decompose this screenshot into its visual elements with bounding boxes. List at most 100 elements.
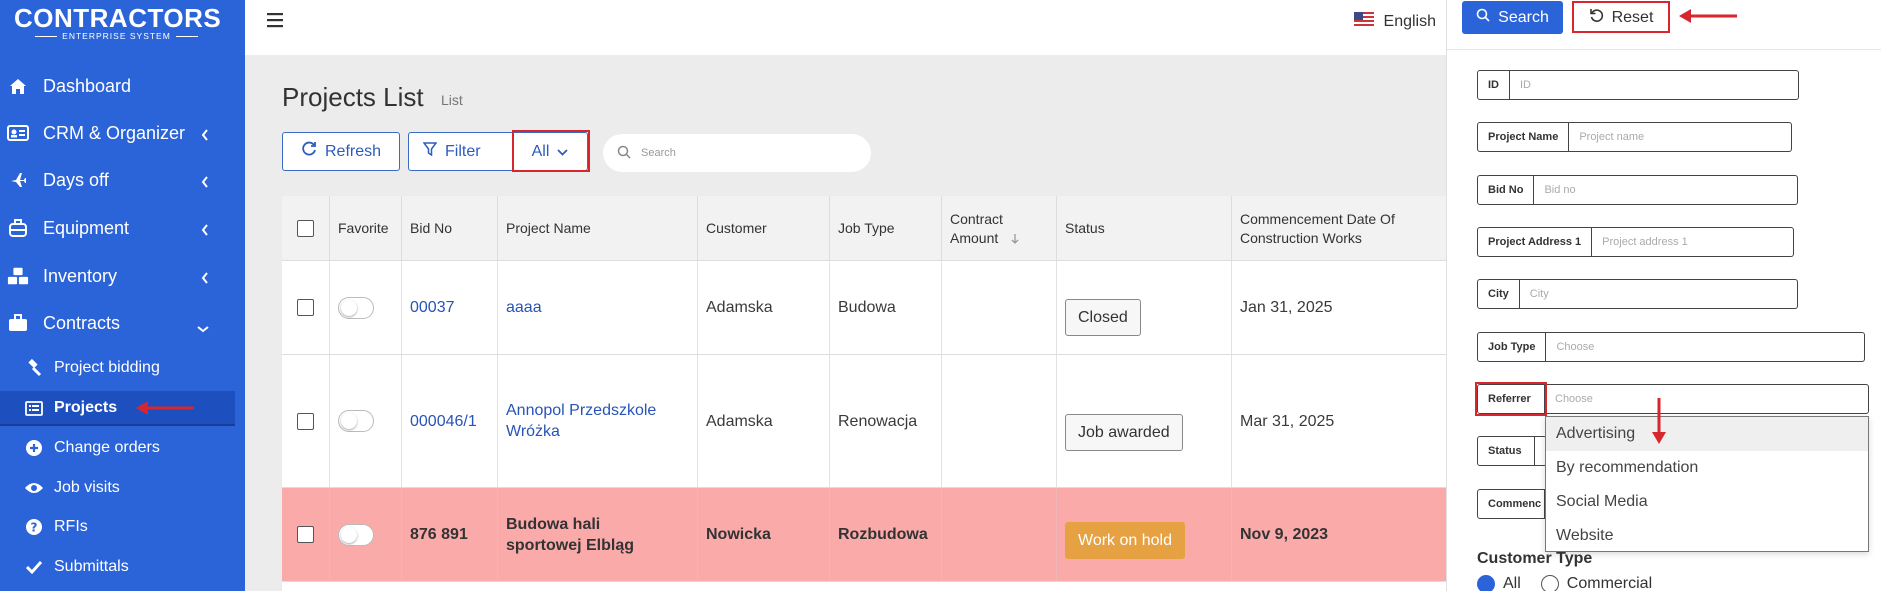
select-all-checkbox[interactable] xyxy=(297,220,314,237)
job-type-field: Job Type Choose xyxy=(1477,332,1866,362)
chevron-down-icon xyxy=(197,317,209,338)
row-checkbox[interactable] xyxy=(297,299,314,316)
annotation-arrow-icon xyxy=(1652,398,1666,444)
check-icon xyxy=(24,557,44,577)
row-checkbox[interactable] xyxy=(297,412,314,430)
panel-search-button[interactable]: Search xyxy=(1462,1,1563,34)
search-icon xyxy=(1476,8,1490,27)
dropdown-option[interactable]: Advertising xyxy=(1546,417,1868,451)
column-contract-amount[interactable]: Contract Amount xyxy=(942,196,1057,261)
sidebar-item-days-off[interactable]: Days off xyxy=(0,160,245,200)
sidebar-item-label: Days off xyxy=(43,169,109,190)
sidebar-subitem-job-visits[interactable]: Job visits xyxy=(0,471,235,505)
table-row[interactable]: 00037 aaaa Adamska Budowa Closed Jan 31,… xyxy=(282,261,1446,355)
project-name-field: Project Name Project name xyxy=(1477,122,1793,152)
column-favorite[interactable]: Favorite xyxy=(330,196,402,261)
sidebar-subitem-label: RFIs xyxy=(54,518,88,535)
sidebar-subitem-label: Change orders xyxy=(54,439,160,456)
sidebar-subitem-label: Submittals xyxy=(54,558,129,575)
logo-subtitle: ENTERPRISE SYSTEM xyxy=(62,31,171,41)
chevron-left-icon xyxy=(201,268,209,289)
briefcase-icon xyxy=(7,312,29,334)
column-customer[interactable]: Customer xyxy=(698,196,830,261)
bid-no-input[interactable]: Bid no xyxy=(1534,175,1799,205)
column-project-name[interactable]: Project Name xyxy=(498,196,698,261)
highlight-box xyxy=(1475,382,1547,416)
dropdown-option[interactable]: Social Media xyxy=(1546,485,1868,519)
sidebar-item-label: Dashboard xyxy=(43,75,132,96)
table-row[interactable]: 876 891 Budowa hali sportowej Elbląg Now… xyxy=(282,488,1446,582)
eye-icon xyxy=(24,478,44,498)
project-address-field: Project Address 1 Project address 1 xyxy=(1477,227,1795,257)
refresh-button[interactable]: Refresh xyxy=(282,132,400,171)
project-name-link[interactable]: Annopol Przedszkole Wróżka xyxy=(498,355,698,487)
table-row[interactable]: 000046/1 Annopol Przedszkole Wróżka Adam… xyxy=(282,355,1446,488)
column-commencement-date[interactable]: Commencement Date Of Construction Works xyxy=(1232,196,1446,261)
sidebar-item-equipment[interactable]: Equipment xyxy=(0,208,245,248)
logo[interactable]: CONTRACTORS ENTERPRISE SYSTEM xyxy=(14,3,222,41)
sidebar-item-crm[interactable]: CRM & Organizer xyxy=(0,113,245,153)
bid-no-link[interactable]: 000046/1 xyxy=(402,355,498,487)
project-name-link[interactable]: Budowa hali sportowej Elbląg xyxy=(498,488,698,581)
sidebar-item-dashboard[interactable]: Dashboard xyxy=(0,66,245,106)
sidebar-subitem-label: Job visits xyxy=(54,479,120,496)
sidebar-subitem-project-bidding[interactable]: Project bidding xyxy=(0,351,235,385)
status-badge: Closed xyxy=(1065,299,1141,336)
column-bid-no[interactable]: Bid No xyxy=(402,196,498,261)
highlight-box xyxy=(512,130,590,172)
city-field: City City xyxy=(1477,279,1798,309)
sidebar-subitem-change-orders[interactable]: Change orders xyxy=(0,431,235,465)
city-input[interactable]: City xyxy=(1519,279,1798,309)
project-name-link[interactable]: aaaa xyxy=(498,261,698,354)
contract-amount-cell xyxy=(942,261,1057,354)
id-field: ID ID xyxy=(1477,70,1799,100)
column-status[interactable]: Status xyxy=(1057,196,1232,261)
project-address-input[interactable]: Project address 1 xyxy=(1592,227,1795,257)
sidebar-item-inventory[interactable]: Inventory xyxy=(0,256,245,296)
search-input[interactable]: Search xyxy=(603,134,871,172)
plus-circle-icon xyxy=(24,438,44,458)
id-input[interactable]: ID xyxy=(1510,70,1799,100)
bid-no-link[interactable]: 876 891 xyxy=(402,488,498,581)
job-type-select[interactable]: Choose xyxy=(1546,332,1866,362)
gavel-icon xyxy=(24,358,44,378)
sidebar: CONTRACTORS ENTERPRISE SYSTEM Dashboard … xyxy=(0,0,245,591)
page-title: Projects List xyxy=(282,82,424,112)
bid-no-link[interactable]: 00037 xyxy=(402,261,498,354)
page-subtitle: List xyxy=(441,92,463,108)
highlight-box xyxy=(1572,1,1670,33)
id-card-icon xyxy=(7,122,29,144)
dropdown-option[interactable]: By recommendation xyxy=(1546,451,1868,485)
logo-title: CONTRACTORS xyxy=(14,3,222,33)
referrer-select[interactable]: Choose xyxy=(1545,384,1869,414)
language-label: English xyxy=(1383,12,1436,30)
dropdown-option[interactable]: Website xyxy=(1546,519,1868,553)
column-job-type[interactable]: Job Type xyxy=(830,196,942,261)
sidebar-subitem-rfis[interactable]: ? RFIs xyxy=(0,510,235,544)
main-content: Projects List List Refresh Filter All Se… xyxy=(245,55,1446,591)
row-checkbox[interactable] xyxy=(297,526,314,543)
sidebar-subitem-projects[interactable]: Projects xyxy=(0,391,235,426)
sidebar-subitem-label: Projects xyxy=(54,399,118,416)
favorite-toggle[interactable] xyxy=(338,296,374,319)
radio-all[interactable] xyxy=(1477,575,1495,591)
commencement-date-cell: Nov 9, 2023 xyxy=(1240,526,1329,543)
home-icon xyxy=(7,75,29,97)
sidebar-item-contracts[interactable]: Contracts xyxy=(0,303,245,343)
referrer-dropdown-menu: Advertising By recommendation Social Med… xyxy=(1545,416,1869,552)
commencement-date-cell: Jan 31, 2025 xyxy=(1240,299,1333,316)
status-field: Status xyxy=(1477,436,1547,466)
list-icon xyxy=(24,398,44,418)
sidebar-item-label: CRM & Organizer xyxy=(43,122,186,143)
project-name-input[interactable]: Project name xyxy=(1569,122,1793,152)
hamburger-menu-icon[interactable] xyxy=(267,12,285,33)
chevron-left-icon xyxy=(201,125,209,146)
annotation-arrow-icon xyxy=(1679,9,1737,23)
sidebar-subitem-submittals[interactable]: Submittals xyxy=(0,550,235,584)
favorite-toggle[interactable] xyxy=(338,523,374,546)
language-selector[interactable]: English xyxy=(1353,12,1436,31)
filter-panel: Search Reset ID ID Project Name Project … xyxy=(1446,0,1881,591)
favorite-toggle[interactable] xyxy=(338,410,374,432)
radio-commercial[interactable] xyxy=(1540,575,1559,591)
job-type-cell: Renowacja xyxy=(830,355,942,487)
